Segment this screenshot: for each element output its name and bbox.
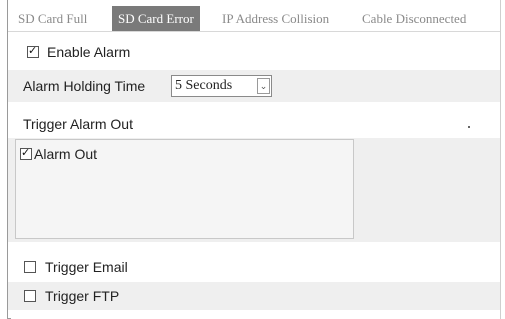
marker-dot xyxy=(468,126,470,128)
tab-sd-card-error[interactable]: SD Card Error xyxy=(112,6,200,31)
tab-bar: SD Card Full SD Card Error IP Address Co… xyxy=(8,6,500,32)
trigger-ftp-row: Trigger FTP xyxy=(8,282,500,310)
list-item[interactable]: Alarm Out xyxy=(20,146,97,162)
trigger-alarm-out-row: Trigger Alarm Out xyxy=(8,110,500,138)
alarm-holding-time-row: Alarm Holding Time 5 Seconds ⌄ xyxy=(8,70,500,102)
trigger-ftp-label: Trigger FTP xyxy=(45,288,120,304)
trigger-ftp-checkbox[interactable] xyxy=(24,290,36,302)
alarm-out-list[interactable]: Alarm Out xyxy=(15,139,354,239)
chevron-down-icon[interactable]: ⌄ xyxy=(257,78,270,94)
trigger-email-row: Trigger Email xyxy=(8,254,500,280)
enable-alarm-label: Enable Alarm xyxy=(47,44,131,60)
alarm-out-label: Alarm Out xyxy=(34,146,98,162)
trigger-email-checkbox[interactable] xyxy=(24,261,36,273)
alarm-holding-time-value: 5 Seconds xyxy=(175,78,233,93)
trigger-alarm-out-label: Trigger Alarm Out xyxy=(23,116,133,132)
trigger-email-label: Trigger Email xyxy=(45,259,128,275)
alarm-holding-time-select[interactable]: 5 Seconds ⌄ xyxy=(171,75,272,97)
alarm-out-checkbox[interactable] xyxy=(20,146,32,160)
alarm-holding-time-label: Alarm Holding Time xyxy=(23,78,146,94)
tab-ip-address-collision[interactable]: IP Address Collision xyxy=(222,6,329,31)
tab-sd-card-full[interactable]: SD Card Full xyxy=(18,6,87,31)
enable-alarm-checkbox[interactable] xyxy=(27,44,39,58)
tab-cable-disconnected[interactable]: Cable Disconnected xyxy=(362,6,466,31)
enable-alarm-row: Enable Alarm xyxy=(8,38,500,66)
